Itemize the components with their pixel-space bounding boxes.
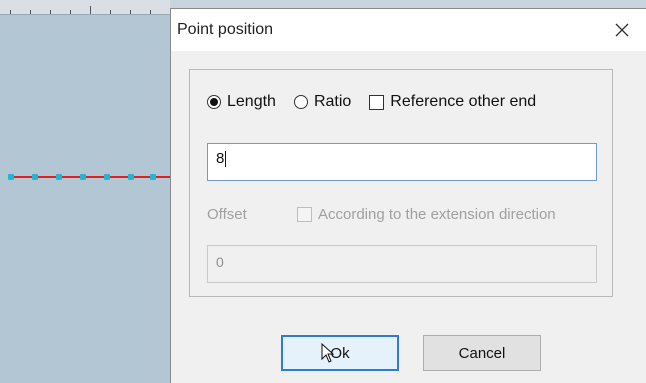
drawing-canvas[interactable] bbox=[0, 0, 170, 383]
extension-direction-label: According to the extension direction bbox=[318, 206, 556, 223]
ruler-tick bbox=[30, 10, 31, 14]
radio-selected-dot bbox=[210, 98, 218, 106]
radio-length-button[interactable] bbox=[207, 95, 221, 109]
ruler-tick bbox=[70, 10, 71, 14]
ruler bbox=[0, 0, 170, 15]
reference-other-end-box[interactable] bbox=[369, 94, 385, 110]
cancel-button[interactable]: Cancel bbox=[423, 335, 541, 371]
radio-ratio-button[interactable] bbox=[293, 95, 308, 109]
offset-row: Offset According to the extension direct… bbox=[207, 206, 607, 223]
ok-button[interactable]: Ok bbox=[281, 335, 399, 371]
line-point[interactable] bbox=[150, 174, 156, 180]
text-caret bbox=[225, 151, 227, 168]
dialog-titlebar[interactable]: Point position bbox=[171, 9, 646, 51]
ruler-tick bbox=[150, 10, 151, 14]
ruler-tick bbox=[110, 10, 111, 14]
radio-ratio[interactable]: Ratio bbox=[293, 93, 352, 111]
line-point[interactable] bbox=[104, 174, 110, 180]
ruler-tick bbox=[130, 10, 131, 14]
close-icon bbox=[615, 23, 629, 37]
point-position-dialog: Point position Length Ratio Reference ot… bbox=[170, 8, 646, 383]
line-point[interactable] bbox=[56, 174, 62, 180]
cancel-button-label: Cancel bbox=[458, 344, 506, 362]
dialog-title: Point position bbox=[177, 21, 274, 38]
extension-direction-checkbox[interactable] bbox=[297, 207, 312, 222]
offset-label: Offset bbox=[207, 206, 247, 223]
length-input-value: 8 bbox=[216, 150, 225, 167]
reference-other-end-label: Reference other end bbox=[390, 93, 537, 110]
radio-ratio-label: Ratio bbox=[313, 93, 352, 110]
close-button[interactable] bbox=[598, 9, 646, 51]
ruler-tick bbox=[90, 6, 91, 14]
line-point[interactable] bbox=[32, 174, 38, 180]
offset-input[interactable]: 0 bbox=[207, 245, 597, 283]
mode-row: Length Ratio Reference other end bbox=[207, 93, 554, 111]
line-point[interactable] bbox=[128, 174, 134, 180]
offset-input-value: 0 bbox=[216, 254, 224, 270]
line-point[interactable] bbox=[8, 174, 14, 180]
line-point[interactable] bbox=[80, 174, 86, 180]
ruler-tick bbox=[10, 10, 11, 14]
length-input[interactable]: 8 bbox=[207, 143, 597, 181]
mouse-cursor-icon bbox=[321, 343, 335, 363]
radio-length-label: Length bbox=[227, 93, 276, 110]
radio-length[interactable]: Length bbox=[207, 93, 276, 111]
reference-other-end-checkbox[interactable]: Reference other end bbox=[369, 93, 536, 111]
ruler-tick bbox=[50, 10, 51, 14]
